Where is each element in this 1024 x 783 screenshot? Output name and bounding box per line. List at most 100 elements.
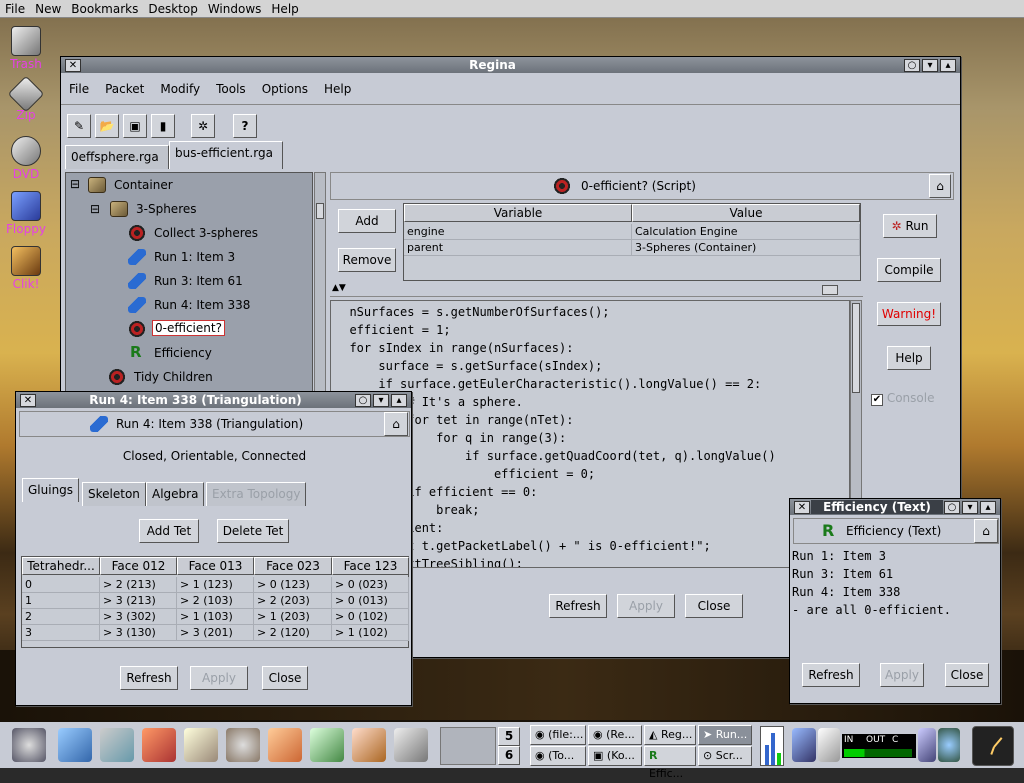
efficiency-titlebar[interactable]: ✕ Efficiency (Text) ○ ▾ ▴ bbox=[790, 499, 1000, 515]
task-screenshot[interactable]: ⊙ Scr... bbox=[698, 746, 752, 766]
global-menu-help[interactable]: Help bbox=[266, 2, 303, 16]
column-header-value[interactable]: Value bbox=[632, 204, 860, 222]
help-button[interactable]: Help bbox=[887, 346, 931, 370]
tab-gluings[interactable]: Gluings bbox=[22, 478, 80, 502]
tree-item-tidy-children[interactable]: Tidy Children bbox=[134, 370, 213, 384]
minimize-icon[interactable]: ▾ bbox=[373, 393, 389, 407]
pager-desktops[interactable] bbox=[440, 727, 496, 765]
script-close-button[interactable]: Close bbox=[685, 594, 743, 618]
pager-desktop-5[interactable]: 5 bbox=[498, 727, 520, 746]
regina-titlebar[interactable]: ✕ Regina ○ ▾ ▴ bbox=[61, 57, 960, 73]
office-icon[interactable] bbox=[268, 728, 302, 762]
editor-scroll-thumb[interactable] bbox=[852, 303, 860, 393]
tree-item-efficiency[interactable]: Efficiency bbox=[154, 346, 212, 360]
table-cell[interactable]: > 0 (013) bbox=[332, 593, 409, 609]
global-menu-desktop[interactable]: Desktop bbox=[143, 2, 203, 16]
desktop-icon-trash[interactable]: Trash bbox=[4, 26, 48, 71]
tri-apply-button[interactable]: Apply bbox=[190, 666, 248, 690]
table-cell[interactable]: > 0 (123) bbox=[254, 577, 332, 593]
table-cell[interactable]: > 3 (201) bbox=[177, 625, 254, 641]
table-cell[interactable]: > 3 (302) bbox=[100, 609, 177, 625]
open-folder-icon[interactable]: 📂 bbox=[95, 114, 119, 138]
network-status-icon[interactable] bbox=[938, 728, 960, 762]
desktop-icon-clik[interactable]: Clik! bbox=[4, 246, 48, 291]
remove-variable-button[interactable]: Remove bbox=[338, 248, 396, 272]
terminal-shell-icon[interactable] bbox=[184, 728, 218, 762]
dock-undock-icon[interactable]: ⌂ bbox=[384, 412, 408, 436]
variable-name-cell[interactable]: parent bbox=[404, 240, 632, 256]
tab-bus-efficient[interactable]: bus-efficient.rga bbox=[169, 141, 283, 169]
menu-packet[interactable]: Packet bbox=[105, 82, 144, 96]
table-cell[interactable]: 3 bbox=[22, 625, 100, 641]
table-cell[interactable]: > 2 (120) bbox=[254, 625, 332, 641]
console-checkbox[interactable]: ✔ Console bbox=[871, 391, 934, 406]
global-menu-bookmarks[interactable]: Bookmarks bbox=[66, 2, 143, 16]
task-re[interactable]: ◉ (Re... bbox=[588, 725, 642, 745]
tree-item-container[interactable]: Container bbox=[114, 178, 173, 192]
variable-name-cell[interactable]: engine bbox=[404, 224, 632, 240]
text-close-button[interactable]: Close bbox=[945, 663, 989, 687]
plug-icon[interactable] bbox=[792, 728, 816, 762]
table-cell[interactable]: 0 bbox=[22, 577, 100, 593]
column-header-tetrahedron[interactable]: Tetrahedr... bbox=[22, 557, 100, 575]
volume-icon[interactable] bbox=[918, 728, 936, 762]
menu-file[interactable]: File bbox=[69, 82, 89, 96]
sticky-icon[interactable]: ○ bbox=[904, 58, 920, 72]
pager-desktop-6[interactable]: 6 bbox=[498, 746, 520, 765]
column-header-face-013[interactable]: Face 013 bbox=[177, 557, 254, 575]
maximize-icon[interactable]: ▴ bbox=[940, 58, 956, 72]
task-to[interactable]: ◉ (To... bbox=[530, 746, 586, 766]
variable-value-cell[interactable]: 3-Spheres (Container) bbox=[632, 240, 860, 256]
task-run-active[interactable]: ➤ Run... bbox=[698, 725, 752, 745]
media-player-icon[interactable] bbox=[394, 728, 428, 762]
home-icon[interactable] bbox=[142, 728, 176, 762]
show-desktop-icon[interactable] bbox=[100, 728, 134, 762]
tree-item-0-efficient-selected[interactable]: 0-efficient? bbox=[152, 320, 225, 336]
splitter-handle[interactable]: ▲▼ bbox=[330, 283, 863, 297]
close-icon[interactable]: ✕ bbox=[794, 500, 810, 514]
column-header-face-123[interactable]: Face 123 bbox=[332, 557, 409, 575]
close-icon[interactable]: ✕ bbox=[20, 393, 36, 407]
table-cell[interactable]: > 3 (130) bbox=[100, 625, 177, 641]
splitter-slider[interactable] bbox=[822, 285, 838, 295]
tree-item-run-4[interactable]: Run 4: Item 338 bbox=[154, 298, 250, 312]
table-cell[interactable]: 2 bbox=[22, 609, 100, 625]
save-icon[interactable]: ▣ bbox=[123, 114, 147, 138]
tree-scrollbar[interactable] bbox=[314, 172, 326, 397]
new-file-icon[interactable]: ✎ bbox=[67, 114, 91, 138]
maximize-icon[interactable]: ▴ bbox=[391, 393, 407, 407]
column-header-face-023[interactable]: Face 023 bbox=[254, 557, 332, 575]
run-button[interactable]: ✲ Run bbox=[883, 214, 937, 238]
calculator-icon[interactable] bbox=[310, 728, 344, 762]
table-cell[interactable]: > 2 (213) bbox=[100, 577, 177, 593]
clipboard-icon[interactable] bbox=[818, 728, 840, 762]
compile-button[interactable]: Compile bbox=[877, 258, 941, 282]
tri-refresh-button[interactable]: Refresh bbox=[120, 666, 178, 690]
regina-app-icon[interactable] bbox=[352, 728, 386, 762]
table-cell[interactable]: > 3 (213) bbox=[100, 593, 177, 609]
dock-undock-icon[interactable]: ⌂ bbox=[929, 174, 951, 198]
table-cell[interactable]: > 1 (203) bbox=[254, 609, 332, 625]
desktop-icon-dvd[interactable]: DVD bbox=[4, 136, 48, 181]
tree-expander-icon[interactable]: ⊟ bbox=[70, 177, 80, 191]
menu-help[interactable]: Help bbox=[324, 82, 351, 96]
menu-modify[interactable]: Modify bbox=[160, 82, 200, 96]
tab-algebra[interactable]: Algebra bbox=[146, 482, 205, 506]
analog-clock[interactable] bbox=[972, 726, 1014, 766]
table-cell[interactable]: > 2 (103) bbox=[177, 593, 254, 609]
table-cell[interactable]: > 1 (123) bbox=[177, 577, 254, 593]
tab-extra-topology[interactable]: Extra Topology bbox=[206, 482, 307, 506]
sticky-icon[interactable]: ○ bbox=[944, 500, 960, 514]
column-header-variable[interactable]: Variable bbox=[404, 204, 632, 222]
table-cell[interactable]: > 0 (023) bbox=[332, 577, 409, 593]
table-cell[interactable]: > 0 (102) bbox=[332, 609, 409, 625]
table-cell[interactable]: 1 bbox=[22, 593, 100, 609]
task-file[interactable]: ◉ (file:... bbox=[530, 725, 586, 745]
tree-scroll-thumb[interactable] bbox=[316, 203, 324, 219]
variable-value-cell[interactable]: Calculation Engine bbox=[632, 224, 860, 240]
text-refresh-button[interactable]: Refresh bbox=[802, 663, 860, 687]
whats-this-help-icon[interactable]: ? bbox=[233, 114, 257, 138]
tree-item-run-1[interactable]: Run 1: Item 3 bbox=[154, 250, 235, 264]
dock-undock-icon[interactable]: ⌂ bbox=[974, 519, 998, 543]
tab-skeleton[interactable]: Skeleton bbox=[82, 482, 146, 506]
